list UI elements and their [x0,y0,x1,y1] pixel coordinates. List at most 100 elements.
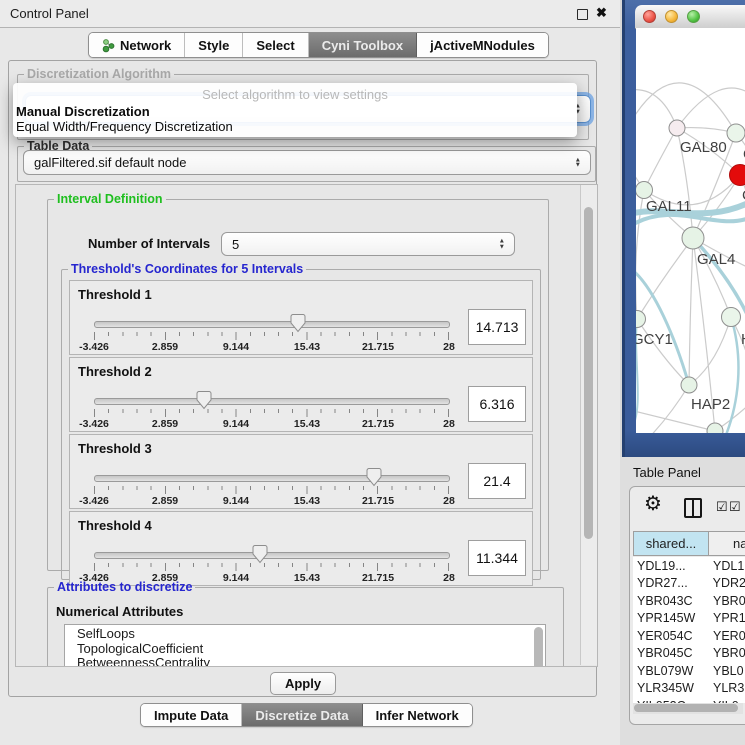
slider-track[interactable] [94,398,450,405]
table-row[interactable]: YPR145W YPR1 [633,610,745,628]
network-node-label: GCY1 [636,331,673,348]
network-node[interactable] [669,120,685,136]
tab-impute-data[interactable]: Impute Data [141,704,242,726]
network-canvas[interactable]: GAL80GACGAL11GAL4GCY1HHAP2 [636,28,745,433]
dropdown-option-manual-discretization[interactable]: Manual Discretization [16,104,150,119]
list-scrollbar-thumb[interactable] [534,627,543,667]
table-row[interactable]: YDR27... YDR2 [633,575,745,593]
tab-jactivemnodules[interactable]: jActiveMNodules [417,33,548,57]
tab-style[interactable]: Style [185,33,243,57]
tab-label: Cyni Toolbox [322,38,403,53]
threshold-slider[interactable]: -3.426 2.859 9.144 15.43 21.715 28 [94,317,449,351]
slider-major-ticks [94,332,449,340]
table-row[interactable]: YDL19... YDL1 [633,557,745,575]
network-node[interactable] [682,227,704,249]
slider-thumb[interactable] [252,545,268,564]
close-icon[interactable]: ✖ [596,5,607,21]
slider-track[interactable] [94,475,450,482]
network-node[interactable] [722,308,741,327]
numerical-attributes-list[interactable]: SelfLoops TopologicalCoefficient Between… [64,624,546,667]
network-node[interactable] [707,423,723,433]
group-label: Threshold's Coordinates for 5 Intervals [68,262,306,276]
table-data-combobox[interactable]: galFiltered.sif default node ▲▼ [23,150,591,175]
table-cell: YER054C [633,629,708,643]
threshold-value-field[interactable]: 6.316 [468,386,526,422]
threshold-value-field[interactable]: 14.713 [468,309,526,345]
table-row[interactable]: YER054C YER0 [633,627,745,645]
horizontal-scrollbar[interactable] [633,703,743,714]
numerical-attributes-label: Numerical Attributes [56,604,183,619]
tab-cyni-toolbox[interactable]: Cyni Toolbox [309,33,417,57]
table-panel: Table Panel ⚙ ☑ ☑ shared... na YDL19... … [620,457,745,745]
checkbox-icon[interactable]: ☑ [729,499,741,515]
network-node-label: HAP2 [691,396,730,413]
tab-select[interactable]: Select [243,33,308,57]
scale-label: 28 [443,495,455,507]
network-node[interactable] [727,124,745,142]
table-panel-title: Table Panel [633,465,701,480]
threshold-value-field[interactable]: 11.344 [468,540,526,576]
threshold-slider[interactable]: -3.426 2.859 9.144 15.43 21.715 28 [94,548,449,582]
threshold-value-field[interactable]: 21.4 [468,463,526,499]
table-row[interactable]: YBR045C YBR0 [633,645,745,663]
attribute-list-item[interactable]: SelfLoops [65,627,545,642]
threshold-slider[interactable]: -3.426 2.859 9.144 15.43 21.715 28 [94,471,449,505]
slider-major-ticks [94,563,449,571]
threshold-row: Threshold 3 -3.426 2.859 9.144 15.43 21.… [69,434,533,509]
slider-track[interactable] [94,552,450,559]
control-panel-titlebar: Control Panel ✖ [0,0,620,28]
attribute-list-item[interactable]: BetweennessCentrality [65,656,545,667]
column-header-name[interactable]: na [708,531,745,556]
network-node-label: GAL4 [697,251,735,268]
slider-thumb[interactable] [196,391,212,410]
slider-thumb[interactable] [290,314,306,333]
attribute-list-item[interactable]: TopologicalCoefficient [65,642,545,657]
tab-infer-network[interactable]: Infer Network [363,704,472,726]
threshold-row: Threshold 2 -3.426 2.859 9.144 15.43 21.… [69,357,533,432]
gear-icon[interactable]: ⚙ [644,494,662,514]
network-node[interactable] [730,165,745,186]
network-window-titlebar[interactable] [635,5,745,29]
threshold-slider[interactable]: -3.426 2.859 9.144 15.43 21.715 28 [94,394,449,428]
slider-scale-labels: -3.426 2.859 9.144 15.43 21.715 28 [94,418,449,430]
dropdown-option-equal-width-frequency[interactable]: Equal Width/Frequency Discretization [16,119,233,134]
scale-label: 2.859 [152,495,178,507]
scale-label: 9.144 [223,495,249,507]
table-row[interactable]: YLR345W YLR3 [633,680,745,698]
tab-discretize-data[interactable]: Discretize Data [242,704,362,726]
combo-stepper-icon: ▲▼ [575,157,581,168]
screenshot-root: Control Panel ✖ Network Style Select [0,0,745,745]
tab-label: Select [256,38,294,53]
scrollbar-thumb[interactable] [634,704,738,712]
apply-button[interactable]: Apply [270,672,336,695]
table-cell: YLR345W [633,681,708,695]
network-node[interactable] [681,377,697,393]
traffic-light-minimize-icon[interactable] [665,10,678,23]
number-of-intervals-combobox[interactable]: 5 ▲▼ [221,232,515,256]
vertical-scrollbar[interactable] [580,185,597,665]
table-panel-container: ⚙ ☑ ☑ shared... na YDL19... YDL1 YDR27..… [629,486,745,725]
split-columns-icon[interactable] [684,498,702,518]
network-node[interactable] [636,311,646,328]
traffic-light-close-icon[interactable] [643,10,656,23]
table-cell: YDR27... [633,576,708,590]
slider-major-ticks [94,409,449,417]
slider-track[interactable] [94,321,450,328]
checkbox-icon[interactable]: ☑ [716,499,728,515]
network-node[interactable] [636,182,653,199]
table-cell: YBL0 [708,664,744,678]
slider-thumb[interactable] [366,468,382,487]
float-window-icon[interactable] [577,9,588,20]
traffic-light-zoom-icon[interactable] [687,10,700,23]
network-icon [102,38,115,53]
threshold-label: Threshold 2 [78,364,152,379]
table-row[interactable]: YBL079W YBL0 [633,662,745,680]
tab-label: jActiveMNodules [430,38,535,53]
column-header-shared-name[interactable]: shared... [633,531,709,556]
scrollbar-thumb[interactable] [584,207,593,539]
attributes-to-discretize-group: Attributes to discretize Numerical Attri… [47,580,564,667]
scale-label: 15.43 [294,418,320,430]
table-row[interactable]: YBR043C YBR0 [633,592,745,610]
tab-network[interactable]: Network [89,33,185,57]
threshold-row: Threshold 4 -3.426 2.859 9.144 15.43 21.… [69,511,533,586]
